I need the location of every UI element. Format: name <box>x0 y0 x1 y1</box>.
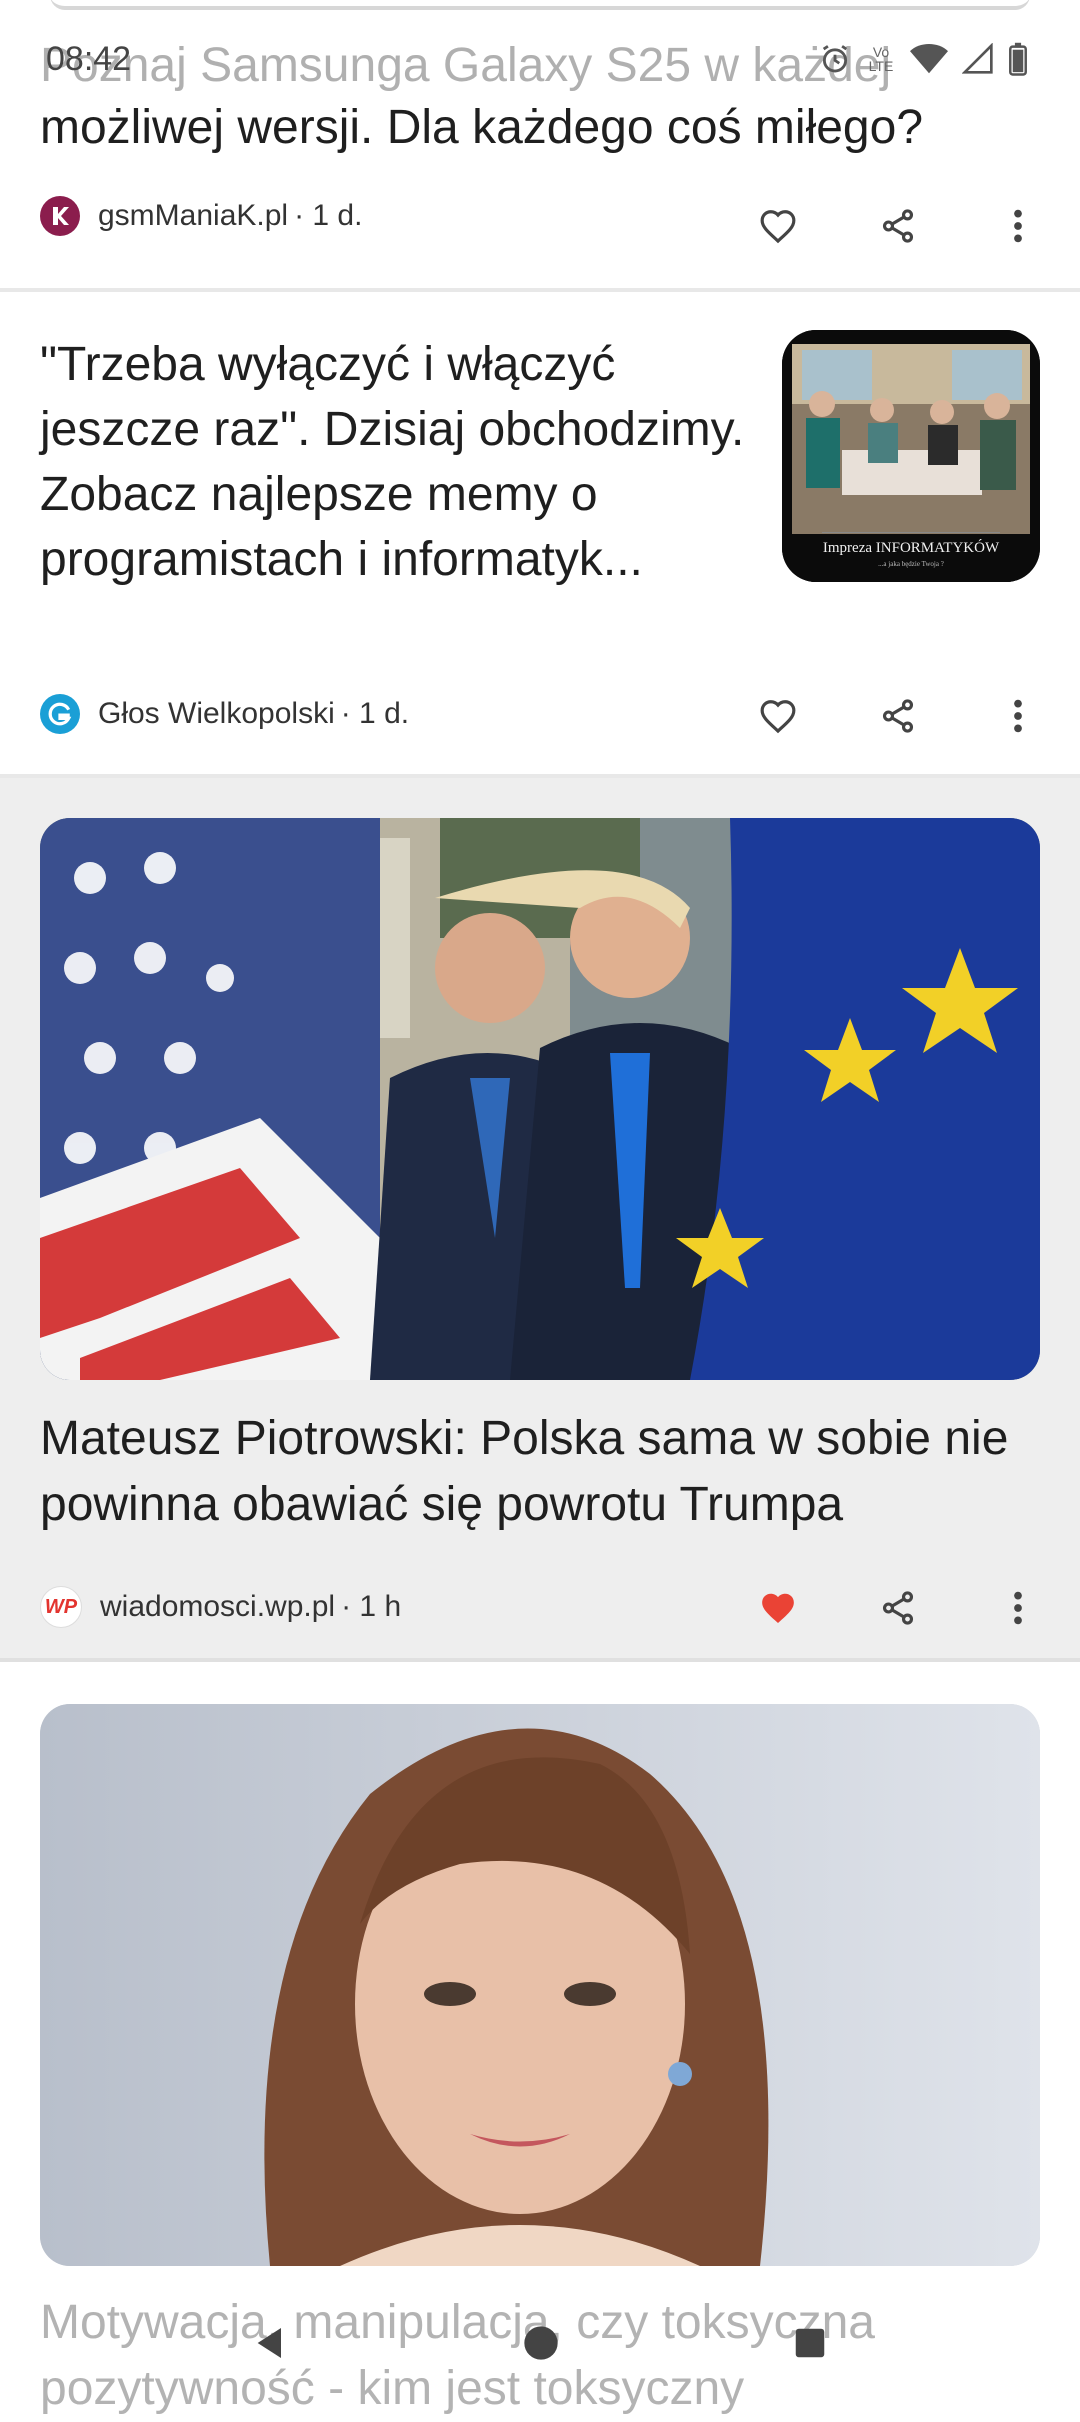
source-name: Głos Wielkopolski <box>98 697 335 730</box>
share-button[interactable] <box>868 196 928 256</box>
more-options-button[interactable] <box>988 196 1048 256</box>
card-meta: WP wiadomosci.wp.pl · 1 h <box>40 1586 401 1628</box>
publish-time: · 1 d. <box>294 199 363 232</box>
heart-filled-icon <box>762 1593 794 1624</box>
glos-wielkopolski-logo <box>40 694 80 734</box>
thumbnail-caption: Impreza INFORMATYKÓW <box>822 540 1000 556</box>
system-navbar <box>0 2290 1080 2400</box>
heart-outline-icon <box>760 210 796 244</box>
share-icon <box>882 699 914 733</box>
back-button[interactable] <box>251 2323 291 2368</box>
thumbnail-subcaption: ...a jaka będzie Twoja ? <box>878 560 944 568</box>
more-vert-icon <box>1014 699 1022 733</box>
share-icon <box>882 209 914 243</box>
alarm-icon <box>822 45 848 73</box>
home-icon <box>524 2325 558 2360</box>
source-name: gsmManiaK.pl <box>98 199 289 232</box>
share-icon <box>882 1591 914 1625</box>
share-button[interactable] <box>868 686 928 746</box>
divider <box>50 0 1030 10</box>
gsmmaniak-logo <box>40 196 80 236</box>
more-vert-icon <box>1014 1591 1022 1625</box>
share-button[interactable] <box>868 1578 928 1638</box>
volte-icon: Vo LTE <box>868 44 894 74</box>
publish-time: · 1 d. <box>340 697 410 730</box>
like-button[interactable] <box>748 686 808 746</box>
more-options-button[interactable] <box>988 686 1048 746</box>
card-meta: gsmManiaK.pl · 1 d. <box>40 196 362 236</box>
status-time: 08:42 <box>46 40 132 78</box>
like-button-active[interactable] <box>748 1578 808 1638</box>
source-name: wiadomosci.wp.pl <box>100 1590 336 1623</box>
card-title: możliwej wersji. Dla każdego coś miłego? <box>40 101 924 154</box>
feed-card[interactable]: "Trzeba wyłączyć i włączyć jeszcze raz".… <box>0 292 1080 778</box>
more-options-button[interactable] <box>988 1578 1048 1638</box>
heart-outline-icon <box>760 700 796 734</box>
more-vert-icon <box>1014 209 1022 243</box>
recents-icon <box>795 2328 825 2357</box>
recents-button[interactable] <box>791 2324 829 2367</box>
card-title-faded: Poznaj Samsunga Galaxy S25 w każdej <box>40 39 892 92</box>
publish-time: · 1 h <box>341 1590 402 1623</box>
signal-icon <box>962 43 993 74</box>
battery-icon <box>1009 42 1027 76</box>
status-icons: Vo LTE <box>818 42 1028 76</box>
article-image <box>40 1704 1040 2266</box>
feed-card-highlighted[interactable]: Mateusz Piotrowski: Polska sama w sobie … <box>0 778 1080 1662</box>
card-meta: Głos Wielkopolski · 1 d. <box>40 694 409 734</box>
wp-logo: WP <box>40 1586 82 1628</box>
card-title: Mateusz Piotrowski: Polska sama w sobie … <box>40 1412 1009 1531</box>
home-button[interactable] <box>521 2323 561 2368</box>
article-thumbnail: Impreza INFORMATYKÓW ...a jaka będzie Tw… <box>782 330 1040 582</box>
card-title: "Trzeba wyłączyć i włączyć jeszcze raz".… <box>40 338 745 586</box>
wifi-icon <box>910 43 948 74</box>
article-image <box>40 818 1040 1380</box>
like-button[interactable] <box>748 196 808 256</box>
back-icon <box>257 2327 281 2358</box>
